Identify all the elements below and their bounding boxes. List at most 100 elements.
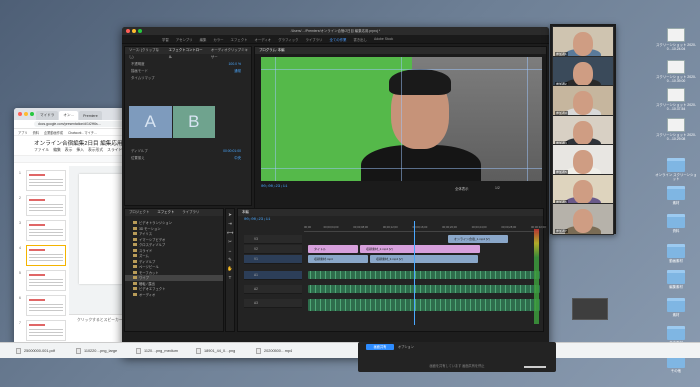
minimize-dot-icon[interactable] [132, 29, 136, 33]
tab-effects[interactable]: エフェクト [157, 209, 174, 216]
sequence-timecode[interactable]: 00;00;23;11 [244, 218, 270, 222]
razor-tool-icon[interactable]: ✂ [227, 239, 233, 245]
desktop-icon[interactable]: 編集素材 [655, 270, 697, 289]
workspace-tab[interactable]: オーディオ [254, 37, 271, 42]
download-item[interactable]: 18901_44_0…png [196, 347, 246, 354]
zoom-self-thumbnail[interactable] [572, 298, 608, 320]
menu-item[interactable]: 表示 [65, 148, 73, 153]
participant-video-tile[interactable]: 参加者5 [552, 144, 614, 176]
close-dot-icon[interactable] [18, 112, 22, 116]
time-ruler[interactable]: 00;00 00;00;04;00 00;00;08;00 00;00;12;00 00… [304, 225, 546, 232]
timeline-track[interactable]: V3 オンライン合宿_1.mp4 [V] [238, 235, 539, 244]
window-controls[interactable] [126, 29, 142, 33]
track-header[interactable]: V1 [244, 255, 302, 264]
fx-row-value[interactable]: 通常 [234, 68, 241, 73]
slide-thumbnail[interactable]: 1 [19, 170, 66, 191]
workspace-tab[interactable]: 学習 [162, 37, 169, 42]
desktop-icon[interactable]: 素材 [655, 298, 697, 317]
download-item[interactable]: 1120…png_medium [136, 347, 186, 354]
workspace-tab[interactable]: ライブラリ [305, 37, 322, 42]
program-monitor[interactable]: プログラム: 本編 00;00;23;11 全体表示 1/2 { } ◀| ▶ … [254, 46, 547, 226]
fx-row-value[interactable]: 00:00:01:00 [223, 149, 241, 153]
track-header[interactable]: A3 [244, 299, 302, 308]
desktop-icon[interactable]: スクリーンショット 2020-0…10.24.04 [655, 28, 697, 51]
desktop-icon[interactable]: オンライン スクリーンショット [655, 158, 697, 181]
download-item[interactable]: 20200500…mp4 [256, 347, 306, 354]
menu-item[interactable]: スライド [107, 148, 122, 153]
participant-video-tile[interactable]: 参加者1 [552, 26, 614, 58]
slide-thumbnail[interactable]: 7 [19, 320, 66, 341]
zoom-gallery[interactable]: 参加者1 参加者2 参加者3 参加者4 参加者5 参加者6 参加者7 [550, 24, 616, 235]
playhead[interactable] [414, 221, 415, 325]
workspace-tab[interactable]: Adobe Stock [374, 37, 393, 41]
hand-tool-icon[interactable]: ✋ [227, 266, 233, 272]
desktop-icon[interactable]: 動画素材 [655, 244, 697, 263]
program-title[interactable]: プログラム: 本編 [259, 47, 285, 54]
effect-controls-panel[interactable]: ソース: (クリップなし) エフェクトコントロール オーディオクリップミキサー … [124, 46, 252, 206]
video-frame[interactable] [261, 57, 542, 181]
volume-slider[interactable] [524, 366, 546, 368]
tab-source[interactable]: ソース: (クリップなし) [129, 47, 161, 59]
window-controls[interactable] [18, 112, 34, 116]
workspace-tab[interactable]: アセンブリ [176, 37, 193, 42]
tab-libraries[interactable]: ライブラリ [182, 209, 199, 216]
slide-thumbnail[interactable]: 4 [19, 245, 66, 266]
fx-row[interactable]: 描画モード 通常 [125, 67, 251, 74]
workspace-tab[interactable]: 全ての作業 [329, 37, 346, 42]
participant-video-tile[interactable]: 参加者7 [552, 203, 614, 235]
fx-row[interactable]: 位置揃え 中央 [125, 154, 251, 161]
desktop-icon[interactable]: 素材 [655, 186, 697, 205]
workspace-tab[interactable]: 編集 [200, 37, 207, 42]
program-timecode[interactable]: 00;00;23;11 [261, 185, 287, 189]
timeline-clip[interactable]: オンライン合宿_1.mp4 [V] [448, 235, 508, 243]
workspace-tab[interactable]: グラフィック [278, 37, 298, 42]
timeline-clip[interactable]: タイトル [308, 245, 358, 253]
browser-tab[interactable]: マイドラ [36, 111, 59, 120]
slide-thumbnail[interactable]: 5 [19, 270, 66, 291]
download-item[interactable]: 25000000-001.pdf [16, 347, 66, 354]
desktop-icon[interactable]: スクリーンショット 2020-0…10.39.00 [655, 60, 697, 83]
timeline-track[interactable]: V1 収録素材.mp4 収録素材_3.mp4 [V] [238, 255, 539, 264]
participant-video-tile[interactable]: 参加者4 [552, 114, 614, 147]
bookmark[interactable]: 資料 [33, 130, 39, 135]
pen-tool-icon[interactable]: ✎ [227, 257, 233, 263]
download-item[interactable]: 110220…png_large [76, 347, 126, 354]
fit-dropdown[interactable]: 全体表示 [455, 186, 469, 191]
share-options-button[interactable]: オプション [398, 344, 414, 350]
desktop-icon[interactable]: スクリーンショット 2020-0…10.29.08 [655, 118, 697, 141]
participant-video-tile[interactable]: 参加者3 [552, 85, 614, 117]
minimize-dot-icon[interactable] [24, 112, 28, 116]
selection-tool-icon[interactable]: ➤ [227, 212, 233, 218]
effect-list-item[interactable]: オーディオ [125, 292, 223, 298]
menu-item[interactable]: 編集 [53, 148, 61, 153]
fx-row-value[interactable]: 100.0 % [229, 62, 241, 66]
participant-video-tile[interactable]: 参加者2 [552, 55, 614, 88]
browser-tab[interactable]: Premiere [79, 111, 102, 120]
tab-sequence[interactable]: 本編 [242, 209, 249, 216]
fx-row[interactable]: 不透明度 100.0 % [125, 60, 251, 67]
desktop-icon[interactable]: 資料 [655, 214, 697, 233]
tab-project[interactable]: プロジェクト [129, 209, 149, 216]
bookmark[interactable]: 企業動画作成 [44, 130, 63, 135]
bookmark[interactable]: アプリ [18, 130, 28, 135]
participant-video-tile[interactable]: 参加者6 [552, 173, 614, 206]
fx-row[interactable]: タイムリマップ [125, 74, 251, 81]
audio-waveform-clip[interactable] [308, 271, 540, 279]
audio-waveform-clip[interactable] [308, 285, 540, 293]
ripple-edit-tool-icon[interactable]: ⟷ [227, 230, 233, 236]
timeline-clip[interactable]: 収録素材_2.mp4 [V] [360, 245, 480, 253]
fx-row-value[interactable]: 中央 [234, 155, 241, 160]
premiere-pro-window[interactable]: /Users/…/Premiere/オンライン合宿/2日目 編集応用.prpro… [122, 27, 549, 357]
bookmark[interactable]: Chatwork - マイチ… [68, 130, 97, 135]
menu-item[interactable]: 挿入 [76, 148, 84, 153]
audio-waveform-clip[interactable] [308, 299, 540, 311]
workspace-tab[interactable]: エフェクト [231, 37, 248, 42]
timeline-track[interactable]: A3 [238, 299, 540, 311]
type-tool-icon[interactable]: T [227, 275, 233, 281]
maximize-dot-icon[interactable] [30, 112, 34, 116]
timeline-panel[interactable]: 本編 00;00;23;11 00;00 00;00;04;00 00;00;08;… [237, 208, 546, 332]
share-screen-button[interactable]: 画面共有 [366, 344, 394, 350]
effects-panel[interactable]: プロジェクト エフェクト ライブラリ ビデオトランジション 3D モーション アイリ… [124, 208, 224, 332]
tab-effect-controls[interactable]: エフェクトコントロール [169, 47, 203, 59]
slide-filmstrip[interactable]: 12345678 [14, 166, 69, 344]
